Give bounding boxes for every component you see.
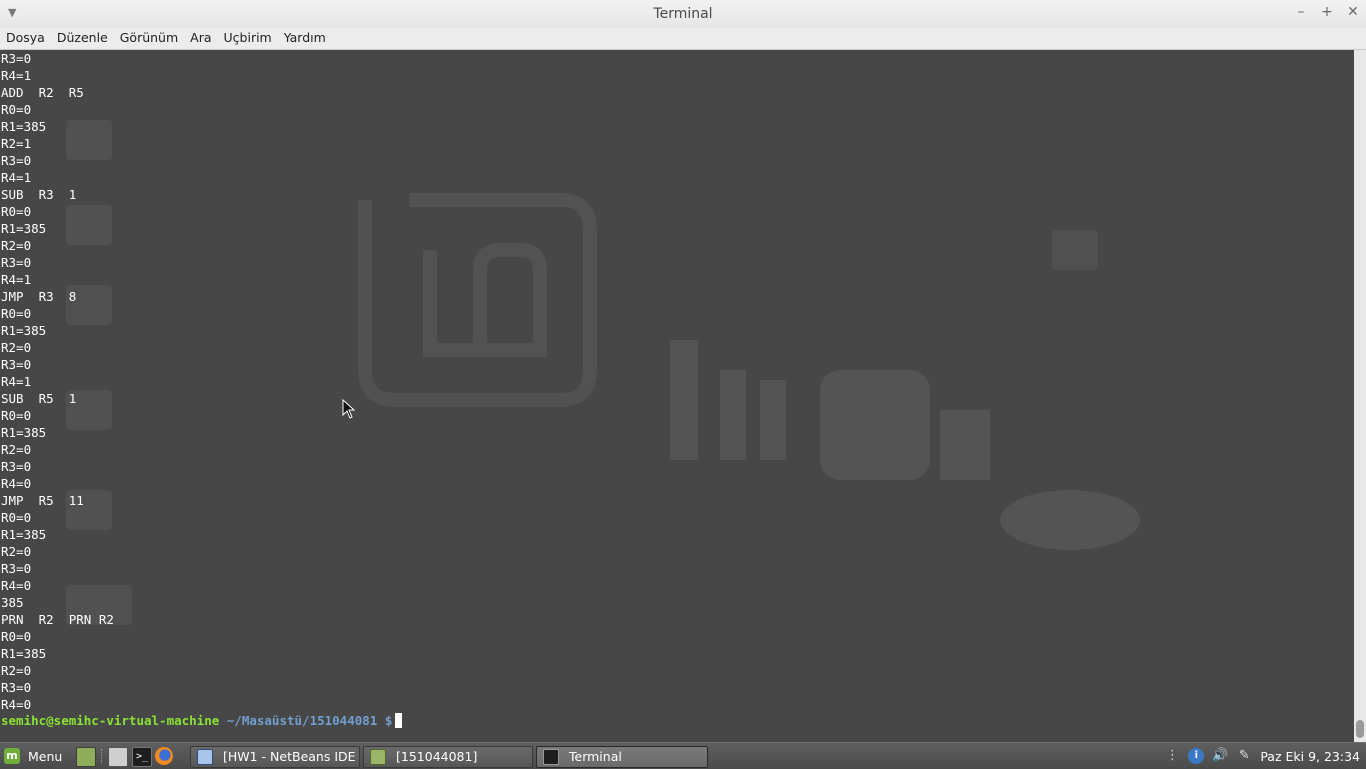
terminal-line: R4=0 (1, 697, 32, 712)
terminal-line: R2=0 (1, 663, 32, 678)
task-label: [151044081] (396, 749, 478, 764)
menu-dosya[interactable]: Dosya (0, 28, 51, 49)
task-label: Terminal (569, 749, 622, 764)
terminal-line: R0=0 (1, 204, 32, 219)
terminal-line: JMP R5 11 (1, 493, 84, 508)
mint-logo-icon: m (4, 748, 20, 764)
text-cursor (395, 713, 403, 728)
tray-handle-icon: ⋮ (1165, 748, 1179, 763)
show-desktop-icon[interactable] (76, 747, 96, 767)
terminal-line: R0=0 (1, 629, 32, 644)
terminal-line: JMP R3 8 (1, 289, 77, 304)
terminal-line: R2=0 (1, 238, 32, 253)
terminal-line: R0=0 (1, 408, 32, 423)
terminal-line: R3=0 (1, 561, 32, 576)
terminal-lines: R3=0 R4=1 ADD R2 R5 R0=0 R1=385 R2=1 R3=… (1, 50, 114, 713)
terminal-line: R1=385 (1, 221, 47, 236)
terminal-line: R3=0 (1, 357, 32, 372)
terminal-line: R4=1 (1, 272, 32, 287)
terminal-line: R0=0 (1, 510, 32, 525)
system-tray: ⋮ i 🔊 ✎ Paz Eki 9, 23:34 (1164, 746, 1366, 766)
terminal-line: R3=0 (1, 459, 32, 474)
terminal-line: R0=0 (1, 306, 32, 321)
terminal-line: R3=0 (1, 255, 32, 270)
start-menu-button[interactable]: m Menu (4, 746, 62, 766)
terminal-line: ADD R2 R5 (1, 85, 84, 100)
terminal-line: SUB R3 1 (1, 187, 77, 202)
terminal-line: PRN R2 PRN R2 (1, 612, 114, 627)
terminal-line: R2=0 (1, 442, 32, 457)
menu-ucbirim[interactable]: Uçbirim (218, 28, 278, 49)
system-icon[interactable] (108, 747, 128, 767)
terminal-line: R4=0 (1, 476, 32, 491)
window-titlebar[interactable]: ▼ Terminal – + ✕ (0, 0, 1366, 29)
terminal-prompt[interactable]: semihc@semihc-virtual-machine ~/Masaüstü… (1, 712, 403, 729)
launcher-separator (101, 749, 104, 763)
update-manager-icon[interactable]: i (1188, 748, 1205, 764)
menu-gorunum[interactable]: Görünüm (114, 28, 184, 49)
prompt-path: ~/Masaüstü/151044081 $ (226, 713, 393, 728)
terminal-line: R3=0 (1, 153, 32, 168)
window-title: Terminal (653, 6, 713, 22)
terminal-line: R4=1 (1, 68, 32, 83)
terminal-line: R4=1 (1, 170, 32, 185)
menu-yardim[interactable]: Yardım (278, 28, 332, 49)
close-icon[interactable]: ✕ (1346, 5, 1360, 19)
terminal-line: R1=385 (1, 527, 47, 542)
terminal-line: R2=0 (1, 340, 32, 355)
prompt-user: semihc@semihc-virtual-machine (1, 713, 220, 728)
terminal-line: R3=0 (1, 680, 32, 695)
terminal-line: R4=0 (1, 578, 32, 593)
terminal-line: R1=385 (1, 646, 47, 661)
mouse-pointer-icon (342, 399, 356, 419)
menu-duzenle[interactable]: Düzenle (51, 28, 114, 49)
network-icon[interactable]: ✎ (1236, 748, 1252, 764)
maximize-icon[interactable]: + (1320, 5, 1334, 19)
terminal-line: R2=0 (1, 544, 32, 559)
terminal-scrollbar[interactable] (1354, 50, 1366, 742)
task-netbeans[interactable]: [HW1 - NetBeans IDE ... (190, 746, 360, 768)
terminal-line: R1=385 (1, 323, 47, 338)
taskbar: m Menu >_ [HW1 - NetBeans IDE ... [15104… (0, 742, 1366, 769)
terminal-line: R2=1 (1, 136, 32, 151)
menu-ara[interactable]: Ara (184, 28, 217, 49)
firefox-icon[interactable] (155, 747, 173, 765)
task-label: [HW1 - NetBeans IDE ... (223, 749, 360, 764)
terminal-line: SUB R5 1 (1, 391, 77, 406)
minimize-icon[interactable]: – (1294, 5, 1308, 19)
menubar: Dosya Düzenle Görünüm Ara Uçbirim Yardım (0, 28, 1366, 50)
terminal-line: R0=0 (1, 102, 32, 117)
task-terminal[interactable]: Terminal (536, 746, 708, 768)
desktop-wallpaper-mint-logo (66, 120, 1140, 625)
netbeans-icon (197, 749, 213, 765)
terminal-line: R1=385 (1, 425, 47, 440)
volume-icon[interactable]: 🔊 (1212, 748, 1228, 764)
task-folder[interactable]: [151044081] (363, 746, 533, 768)
start-menu-label: Menu (28, 748, 63, 764)
terminal-launcher-icon[interactable]: >_ (132, 747, 152, 767)
terminal-line: R3=0 (1, 51, 32, 66)
terminal-output[interactable]: R3=0 R4=1 ADD R2 R5 R0=0 R1=385 R2=1 R3=… (0, 50, 1354, 742)
clock[interactable]: Paz Eki 9, 23:34 (1260, 749, 1360, 764)
folder-icon (370, 749, 386, 765)
terminal-icon (543, 749, 559, 765)
scrollbar-thumb[interactable] (1356, 720, 1364, 738)
terminal-line: R4=1 (1, 374, 32, 389)
terminal-line: R1=385 (1, 119, 47, 134)
terminal-line: 385 (1, 595, 24, 610)
